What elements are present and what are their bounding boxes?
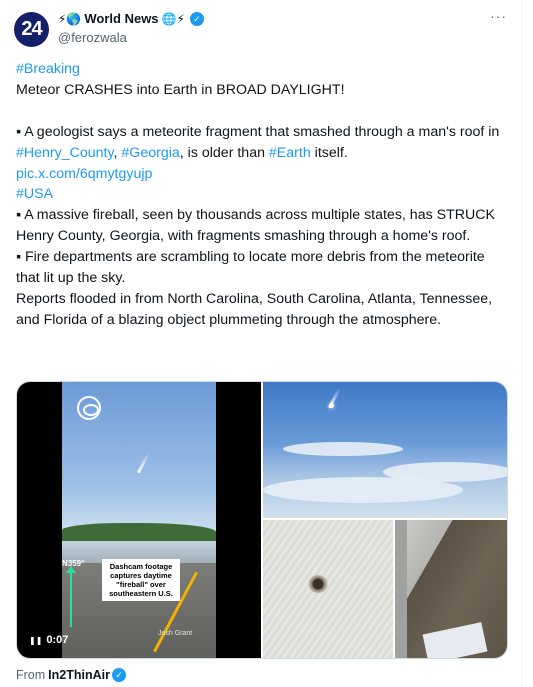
name-emoji-right: 🌐⚡ [161, 11, 185, 26]
video-timer[interactable]: ❚❚ 0:07 [29, 634, 68, 646]
plastic-sheet [422, 622, 488, 658]
hashtag-henry-county[interactable]: #Henry_County [16, 145, 114, 161]
video-time: 0:07 [46, 634, 69, 646]
para1-suffix: itself. [310, 144, 348, 161]
name-emoji-left: ⚡🌎 [58, 11, 82, 26]
more-options-icon[interactable]: ··· [490, 8, 507, 24]
tweet-headline: Meteor CRASHES into Earth in BROAD DAYLI… [16, 81, 345, 98]
tweet-card: 24 ⚡🌎 World News 🌐⚡ ✓ @ferozwala ··· #Br… [0, 0, 522, 687]
pause-icon[interactable]: ❚❚ [29, 636, 42, 645]
author-handle[interactable]: @ferozwala [58, 30, 127, 45]
door-frame [395, 520, 407, 658]
video-tile[interactable]: N359° Dashcam footage captures daytime "… [17, 382, 261, 658]
impact-hole [308, 575, 328, 593]
cloud [283, 442, 403, 456]
hashtag-breaking[interactable]: #Breaking [16, 61, 80, 77]
from-label: From [16, 668, 46, 682]
fireball-glow [329, 403, 334, 408]
debris-photo-tile[interactable] [395, 520, 507, 658]
video-frame: N359° Dashcam footage captures daytime "… [62, 382, 216, 658]
display-name[interactable]: World News [84, 11, 158, 26]
hashtag-georgia[interactable]: #Georgia [121, 145, 179, 161]
avatar[interactable]: 24 [14, 12, 49, 47]
video-caption: Dashcam footage captures daytime "fireba… [102, 559, 180, 601]
cbs-logo-icon [77, 396, 101, 420]
para1-prefix: ▪ A geologist says a meteorite fragment … [16, 123, 500, 140]
direction-arrow-icon [66, 566, 76, 627]
media-grid: N359° Dashcam footage captures daytime "… [16, 381, 508, 659]
tweet-paragraph-1: ▪ A geologist says a meteorite fragment … [16, 122, 506, 164]
from-attribution: From In2ThinAir ✓ [16, 668, 126, 682]
cloud [263, 477, 463, 503]
video-watermark: Josh Grant [158, 630, 193, 637]
hashtag-earth[interactable]: #Earth [269, 145, 311, 161]
treeline [62, 523, 216, 541]
source-verified-badge-icon: ✓ [111, 668, 126, 682]
tweet-paragraph-2: ▪ A massive fireball, seen by thousands … [16, 207, 495, 245]
tweet-text: #Breaking Meteor CRASHES into Earth in B… [16, 59, 506, 331]
verified-badge-icon: ✓ [189, 11, 204, 26]
wall-hole-photo-tile[interactable] [263, 520, 393, 658]
author-name-row[interactable]: ⚡🌎 World News 🌐⚡ ✓ [58, 11, 204, 26]
fireball-streak [137, 452, 150, 474]
from-source-link[interactable]: In2ThinAir [48, 668, 110, 682]
sky-photo-tile[interactable] [263, 382, 507, 518]
tweet-paragraph-3: ▪ Fire departments are scrambling to loc… [16, 249, 485, 287]
pic-link[interactable]: pic.x.com/6qmytgyujp [16, 166, 152, 182]
hashtag-usa[interactable]: #USA [16, 186, 53, 202]
tweet-paragraph-4: Reports flooded in from North Carolina, … [16, 290, 493, 328]
para1-mid: , is older than [179, 144, 269, 161]
